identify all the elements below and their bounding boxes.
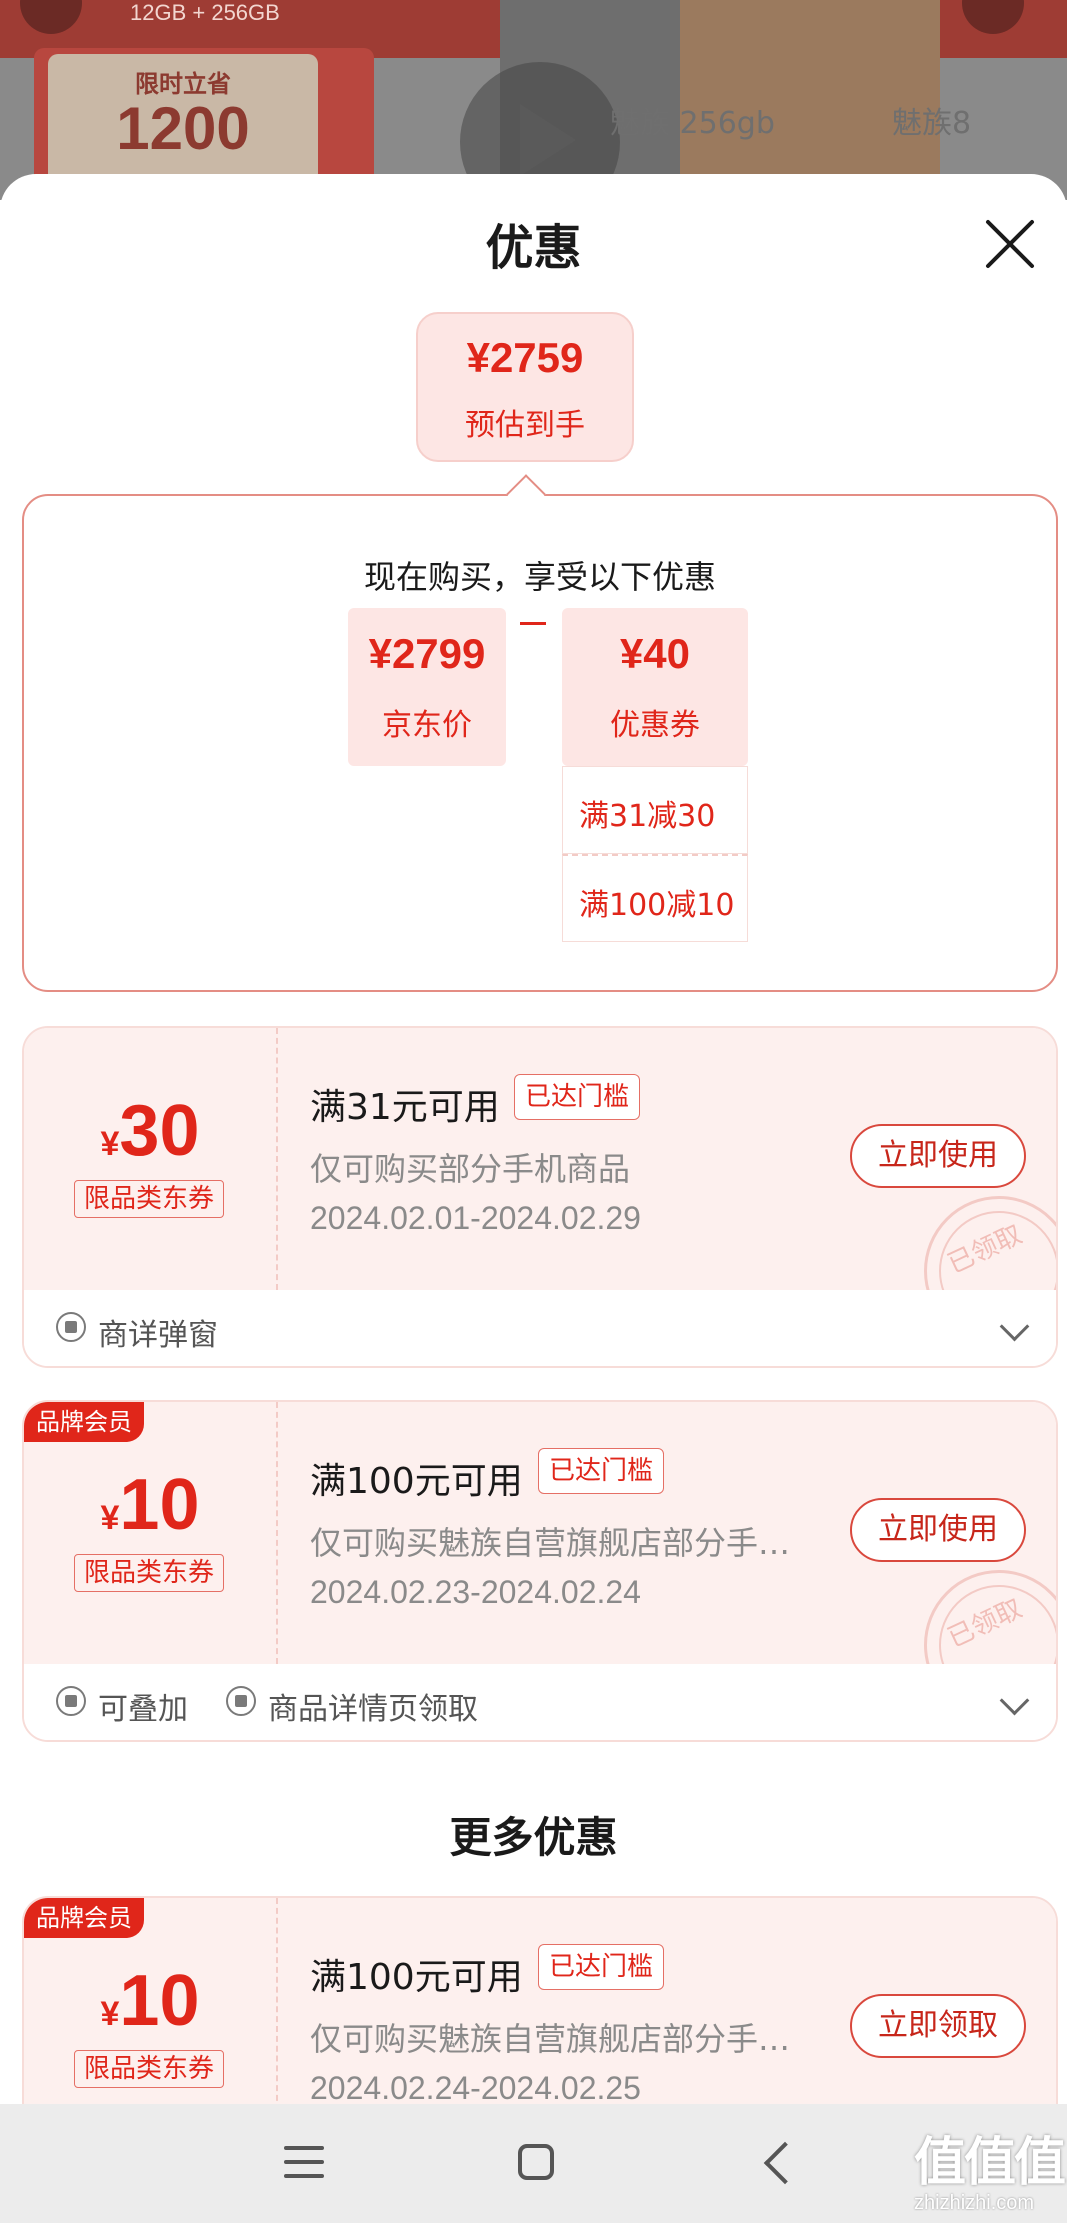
card-divider: [276, 1898, 278, 2104]
use-now-button[interactable]: 立即使用: [850, 1124, 1026, 1188]
home-button[interactable]: [518, 2144, 554, 2180]
coupon-validity: 2024.02.01-2024.02.29: [310, 1200, 641, 1236]
system-nav-bar: 值值值 zhizhizhi.com: [0, 2104, 1067, 2223]
estimated-price: ¥2759: [466, 334, 584, 381]
coupon-value: 30: [119, 1091, 200, 1171]
coupon-description: 仅可购买魅族自营旗舰店部分手…: [310, 1524, 791, 1562]
close-icon: [986, 220, 1034, 268]
coupon-total: ¥40: [619, 630, 691, 677]
watermark-url: zhizhizhi.com: [914, 2192, 1035, 2214]
coupon-card: 品牌会员 ¥10 限品类东券 满100元可用 已达门槛 仅可购买魅族自营旗舰店部…: [22, 1896, 1058, 2104]
currency-symbol: ¥: [100, 1499, 120, 1537]
card-divider: [276, 1028, 278, 1290]
estimated-price-box: ¥2759 预估到手: [416, 312, 634, 462]
coupon-description: 仅可购买部分手机商品: [310, 1150, 631, 1188]
background-tab-1: 魅族 256gb: [610, 106, 775, 141]
coupon-item-label: 满100减10: [579, 888, 735, 923]
coupon-item: 满31减30: [562, 766, 748, 854]
background-promo-amount: 1200: [116, 95, 250, 162]
coupon-description: 仅可购买魅族自营旗舰店部分手…: [310, 2020, 791, 2058]
coupon-amount: ¥30: [24, 1090, 276, 1172]
threshold-badge: 已达门槛: [538, 1944, 665, 1990]
back-button[interactable]: [763, 2141, 807, 2185]
brand-member-tag: 品牌会员: [24, 1402, 144, 1442]
coupon-validity: 2024.02.23-2024.02.24: [310, 1574, 641, 1610]
background-product-page: 12GB + 256GB 限时立省 1200 魅族 256gb 魅族8: [0, 0, 1067, 200]
coupon-type-tag: 限品类东券: [74, 1180, 224, 1218]
background-back-icon: [20, 0, 82, 34]
coupon-item-label: 满31减30: [579, 799, 716, 834]
coupon-type-tag: 限品类东券: [74, 2050, 224, 2088]
close-button[interactable]: [980, 214, 1040, 274]
footer-label: 商品详情页领取: [268, 1692, 478, 1727]
coupon-value: 10: [119, 1465, 200, 1545]
currency-symbol: ¥: [100, 1125, 120, 1163]
currency-symbol: ¥: [100, 1995, 120, 2033]
coupon-value: 10: [119, 1961, 200, 2041]
chevron-down-icon[interactable]: [999, 1685, 1030, 1716]
brand-member-tag: 品牌会员: [24, 1898, 144, 1938]
background-spec: 12GB + 256GB: [130, 0, 280, 25]
coupon-footer[interactable]: 商详弹窗: [24, 1290, 1056, 1366]
offers-sheet: 优惠 ¥2759 预估到手 现在购买，享受以下优惠 ¥2799 京东价 ¥40 …: [0, 174, 1067, 2104]
coupon-condition: 满100元可用: [310, 1957, 523, 1998]
price-breakdown: 现在购买，享受以下优惠 ¥2799 京东价 ¥40 优惠券 满31减30 满10…: [22, 494, 1058, 992]
coupon-condition: 满31元可用: [310, 1087, 500, 1128]
footer-label: 可叠加: [98, 1692, 188, 1727]
coupon-total-box: ¥40 优惠券: [562, 608, 748, 766]
minus-sign: [520, 622, 546, 625]
coupon-item: 满100减10: [562, 854, 748, 942]
jd-price-label: 京东价: [382, 708, 472, 743]
coupon-card: 品牌会员 ¥10 限品类东券 满100元可用 已达门槛 仅可购买魅族自营旗舰店部…: [22, 1400, 1058, 1742]
background-more-icon: [962, 0, 1024, 34]
coupon-amount: ¥10: [24, 1464, 276, 1546]
footer-label: 商详弹窗: [98, 1318, 218, 1353]
recent-apps-button[interactable]: [284, 2146, 328, 2182]
breakdown-heading: 现在购买，享受以下优惠: [363, 558, 716, 596]
coupon-card: ¥30 限品类东券 满31元可用 已达门槛 仅可购买部分手机商品 2024.02…: [22, 1026, 1058, 1368]
threshold-badge: 已达门槛: [538, 1448, 665, 1494]
jd-price: ¥2799: [368, 630, 486, 677]
jd-price-box: ¥2799 京东价: [348, 608, 506, 766]
coupon-amount: ¥10: [24, 1960, 276, 2042]
ticket-icon: [226, 1686, 256, 1716]
watermark-logo: 值值值: [914, 2133, 1066, 2193]
coupon-validity: 2024.02.24-2024.02.25: [310, 2070, 641, 2104]
estimated-price-label: 预估到手: [465, 408, 585, 443]
background-tab-2: 魅族8: [892, 106, 972, 141]
sheet-title: 优惠: [485, 220, 582, 276]
chevron-down-icon[interactable]: [999, 1311, 1030, 1342]
card-divider: [276, 1402, 278, 1664]
coupon-footer[interactable]: 可叠加 商品详情页领取: [24, 1664, 1056, 1740]
coupon-type-tag: 限品类东券: [74, 1554, 224, 1592]
ticket-icon: [56, 1312, 86, 1342]
coupon-total-label: 优惠券: [610, 708, 700, 743]
claim-now-button[interactable]: 立即领取: [850, 1994, 1026, 2058]
more-offers-title: 更多优惠: [449, 1813, 618, 1862]
use-now-button[interactable]: 立即使用: [850, 1498, 1026, 1562]
threshold-badge: 已达门槛: [514, 1074, 641, 1120]
coupon-condition: 满100元可用: [310, 1461, 523, 1502]
stackable-icon: [56, 1686, 86, 1716]
